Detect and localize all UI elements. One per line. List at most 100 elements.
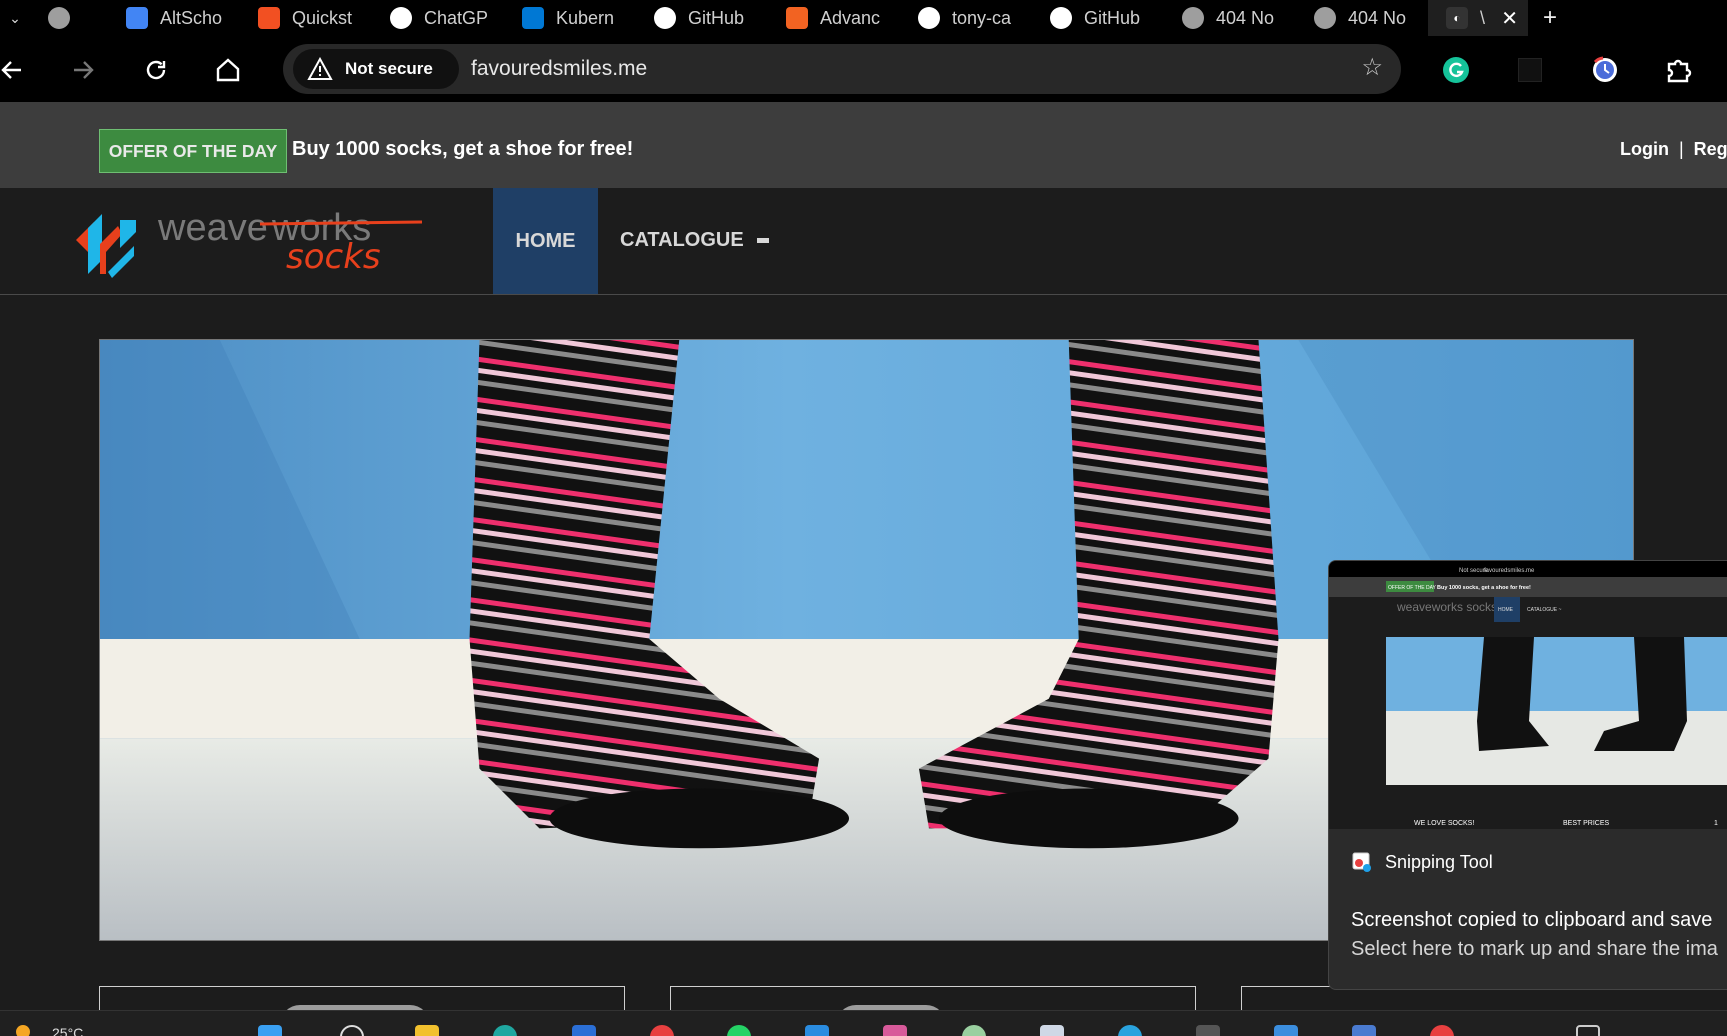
tab-active[interactable]: ◐ \ ✕ — [1428, 0, 1528, 36]
nav-catalogue-label: CATALOGUE — [620, 229, 744, 251]
globe-icon — [1314, 7, 1336, 29]
weather-temperature[interactable]: 25°C — [52, 1025, 83, 1036]
vscode-icon[interactable] — [805, 1025, 829, 1036]
word-icon[interactable] — [572, 1025, 596, 1036]
security-indicator[interactable]: Not secure — [293, 49, 459, 89]
microsoft-icon — [258, 7, 280, 29]
tab[interactable] — [30, 0, 108, 36]
thumb-offer-badge: OFFER OF THE DAY — [1388, 585, 1437, 591]
terminal-icon[interactable] — [1196, 1025, 1220, 1036]
tab[interactable]: GitHub — [1032, 0, 1164, 36]
address-bar[interactable]: Not secure favouredsmiles.me ☆ — [283, 44, 1401, 94]
logo-weave-text: weave — [157, 207, 268, 249]
globe-icon — [48, 7, 70, 29]
tab-favicon-icon: ◐ — [1446, 7, 1468, 29]
tab-orange-icon — [786, 7, 808, 29]
tab-close-icon[interactable]: ✕ — [1501, 6, 1518, 31]
tab[interactable]: ChatGP — [372, 0, 504, 36]
notification-hint: Select here to mark up and share the ima — [1351, 938, 1718, 960]
github-icon — [654, 7, 676, 29]
tray-chevron-icon[interactable] — [1530, 1025, 1548, 1036]
tab[interactable]: tony-ca — [900, 0, 1032, 36]
clock-extension-icon[interactable] — [1590, 55, 1620, 85]
thumb-card3: 1 — [1714, 820, 1718, 827]
remote-desktop-icon[interactable] — [1352, 1025, 1376, 1036]
extensions-puzzle-icon[interactable] — [1664, 55, 1694, 85]
keyboard-icon[interactable] — [1576, 1025, 1600, 1036]
login-link[interactable]: Login — [1620, 139, 1669, 159]
logo-strike-line — [259, 220, 423, 226]
thumb-home: HOME — [1498, 607, 1514, 613]
thumb-card1: WE LOVE SOCKS! — [1414, 820, 1474, 827]
weather-icon — [16, 1025, 30, 1036]
notification-app-name: Snipping Tool — [1385, 851, 1493, 872]
weaveworks-logo-mark-icon — [76, 214, 136, 278]
notification-app-header: Snipping Tool — [1351, 851, 1493, 873]
back-arrow-icon — [1, 61, 21, 79]
thumb-card2: BEST PRICES — [1563, 820, 1609, 827]
tab-title: 404 No — [1216, 7, 1275, 28]
snipping-tool-notification[interactable]: Not secure favouredsmiles.me OFFER OF TH… — [1328, 560, 1727, 990]
site-navbar: weave works socks HOME CATALOGUE — [0, 188, 1727, 295]
nav-home[interactable]: HOME — [493, 188, 598, 294]
tab-title: Advanc — [820, 7, 881, 28]
tab-title: ChatGP — [424, 7, 489, 28]
thumb-url: favouredsmiles.me — [1484, 568, 1535, 574]
docs-icon — [126, 7, 148, 29]
forward-button[interactable] — [63, 50, 103, 90]
tab-list: AltScho Quickst ChatGP Kubern GitHub Advanc to… — [30, 0, 1428, 36]
url-text[interactable]: favouredsmiles.me — [471, 57, 647, 81]
openai-icon — [390, 7, 412, 29]
tab-search-chevron-icon[interactable]: ⌄ — [0, 0, 30, 36]
security-label: Not secure — [345, 59, 433, 78]
screenshot-thumbnail: Not secure favouredsmiles.me OFFER OF TH… — [1329, 561, 1727, 829]
offer-of-the-day-badge[interactable]: OFFER OF THE DAY — [99, 129, 287, 173]
paint-icon[interactable] — [883, 1025, 907, 1036]
tab[interactable]: Advanc — [768, 0, 900, 36]
home-button[interactable] — [208, 50, 248, 90]
new-tab-button[interactable]: + — [1528, 0, 1572, 36]
tab-title: Quickst — [292, 7, 353, 28]
weaveworks-socks-logo[interactable]: weave works socks — [72, 202, 442, 282]
file-explorer-icon[interactable] — [415, 1025, 439, 1036]
tab-title: tony-ca — [952, 7, 1012, 28]
tab[interactable]: GitHub — [636, 0, 768, 36]
user-links: Login | Reg — [1620, 139, 1727, 160]
edge-icon[interactable] — [493, 1025, 517, 1036]
tab-title: Kubern — [556, 7, 615, 28]
catalogue-dropdown-icon — [757, 238, 770, 243]
github-icon — [918, 7, 940, 29]
tab[interactable]: 404 No — [1164, 0, 1296, 36]
thumb-catalogue: CATALOGUE ~ — [1527, 607, 1561, 613]
windows-start-icon[interactable] — [258, 1025, 282, 1036]
reload-button[interactable] — [136, 50, 176, 90]
tab[interactable]: Kubern — [504, 0, 636, 36]
notification-message: Screenshot copied to clipboard and save — [1351, 909, 1713, 931]
whatsapp-icon[interactable] — [727, 1025, 751, 1036]
tab-title: GitHub — [1084, 7, 1141, 28]
thumb-offer-text: Buy 1000 socks, get a shoe for free! — [1437, 585, 1531, 591]
tab[interactable]: 404 No — [1296, 0, 1428, 36]
virtualbox-icon[interactable] — [1040, 1025, 1064, 1036]
grammarly-extension-icon[interactable] — [1441, 55, 1471, 85]
offer-text: Buy 1000 socks, get a shoe for free! — [292, 138, 634, 160]
recording-icon[interactable] — [1430, 1025, 1454, 1036]
register-link[interactable]: Reg — [1694, 139, 1727, 159]
tab[interactable]: Quickst — [240, 0, 372, 36]
telegram-icon[interactable] — [1118, 1025, 1142, 1036]
reload-icon — [146, 60, 166, 80]
chrome-icon[interactable] — [650, 1025, 674, 1036]
search-icon[interactable] — [340, 1025, 364, 1036]
tab-title: GitHub — [688, 7, 745, 28]
app-icon[interactable] — [962, 1025, 986, 1036]
notepad-icon[interactable] — [1274, 1025, 1298, 1036]
thumb-logo: weaveworks socks — [1396, 600, 1497, 614]
bookmark-star-icon[interactable]: ☆ — [1361, 56, 1383, 80]
offer-bar: OFFER OF THE DAY Buy 1000 socks, get a s… — [0, 102, 1727, 188]
back-button[interactable] — [0, 50, 32, 90]
tab[interactable]: AltScho — [108, 0, 240, 36]
windows-taskbar: 25°C — [0, 1010, 1727, 1036]
nav-catalogue[interactable]: CATALOGUE — [620, 229, 770, 252]
dark-extension-icon[interactable] — [1515, 55, 1545, 85]
tab-title: 404 No — [1348, 7, 1407, 28]
